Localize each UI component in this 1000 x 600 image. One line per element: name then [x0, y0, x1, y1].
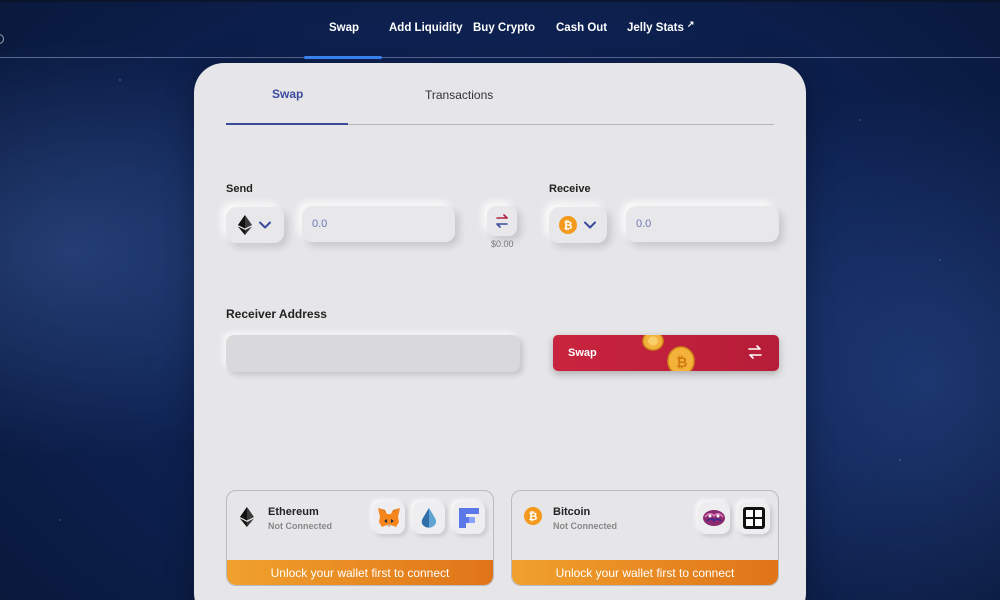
lido-button[interactable] — [413, 502, 445, 534]
frontier-icon — [459, 508, 479, 528]
frontier-button[interactable] — [453, 502, 485, 534]
wallet-chain-name: Bitcoin — [553, 506, 591, 518]
external-link-icon: ↗ — [686, 19, 695, 29]
swap-button-label: Swap — [568, 347, 597, 359]
edge-partial-icon — [0, 34, 4, 44]
swap-arrows-icon — [748, 345, 762, 359]
lido-drop-icon — [421, 508, 436, 528]
nav-jelly-stats-label: Jelly Stats — [627, 22, 684, 34]
tab-swap[interactable]: Swap — [272, 87, 303, 101]
send-label: Send — [226, 183, 253, 195]
unlock-wallet-label: Unlock your wallet first to connect — [270, 565, 450, 580]
metamask-button[interactable] — [373, 502, 405, 534]
bitcoin-icon: ₿ — [524, 507, 542, 525]
receive-label: Receive — [549, 183, 591, 195]
nav-jelly-stats[interactable]: Jelly Stats ↗ — [627, 19, 695, 34]
metamask-icon — [378, 508, 400, 527]
send-token-select[interactable] — [226, 207, 284, 243]
swap-direction-button[interactable] — [487, 206, 517, 236]
card-tabs: Swap Transactions — [226, 63, 774, 125]
wallet-card-bitcoin: ₿ Bitcoin Not Connected Unlock your wall… — [511, 490, 779, 586]
top-border — [0, 0, 1000, 2]
ethereum-icon — [240, 507, 254, 527]
chevron-down-icon — [584, 221, 596, 229]
ledger-grid-icon — [743, 507, 765, 529]
send-usd-value: $0.00 — [491, 239, 514, 249]
nav-active-indicator — [304, 56, 382, 59]
receive-amount-input[interactable] — [626, 206, 779, 242]
wallet-card-ethereum: Ethereum Not Connected Unlock your walle… — [226, 490, 494, 586]
receive-token-select[interactable]: ₿ — [549, 207, 607, 243]
nav-cash-out[interactable]: Cash Out — [556, 22, 607, 34]
wallet-status: Not Connected — [553, 521, 617, 531]
ethereum-icon — [238, 215, 252, 235]
coins-decoration-icon: ₿ — [642, 335, 695, 371]
swap-card: Swap Transactions Send $0.00 Receive ₿ R — [194, 63, 806, 600]
unlock-wallet-button[interactable]: Unlock your wallet first to connect — [227, 560, 493, 585]
swap-button[interactable]: Swap ₿ — [553, 335, 779, 371]
wallet-chain-name: Ethereum — [268, 506, 319, 518]
chevron-down-icon — [259, 221, 271, 229]
tab-transactions[interactable]: Transactions — [425, 88, 493, 102]
nav-add-liquidity[interactable]: Add Liquidity — [389, 22, 462, 34]
unlock-wallet-button[interactable]: Unlock your wallet first to connect — [512, 560, 778, 585]
tab-active-indicator — [226, 123, 348, 125]
brain-wallet-icon — [703, 510, 725, 526]
receiver-address-label: Receiver Address — [226, 307, 327, 321]
swap-arrows-icon — [496, 214, 508, 228]
bitcoin-icon: ₿ — [559, 216, 577, 234]
nav-buy-crypto[interactable]: Buy Crypto — [473, 22, 535, 34]
unlock-wallet-label: Unlock your wallet first to connect — [555, 565, 735, 580]
ledger-button[interactable] — [738, 502, 770, 534]
top-nav: Swap Add Liquidity Buy Crypto Cash Out J… — [0, 0, 1000, 59]
svg-text:₿: ₿ — [676, 355, 687, 371]
receiver-address-input[interactable] — [226, 335, 520, 372]
send-amount-input[interactable] — [302, 206, 455, 242]
wallet-status: Not Connected — [268, 521, 332, 531]
nav-swap[interactable]: Swap — [329, 22, 359, 34]
brain-wallet-button[interactable] — [698, 502, 730, 534]
